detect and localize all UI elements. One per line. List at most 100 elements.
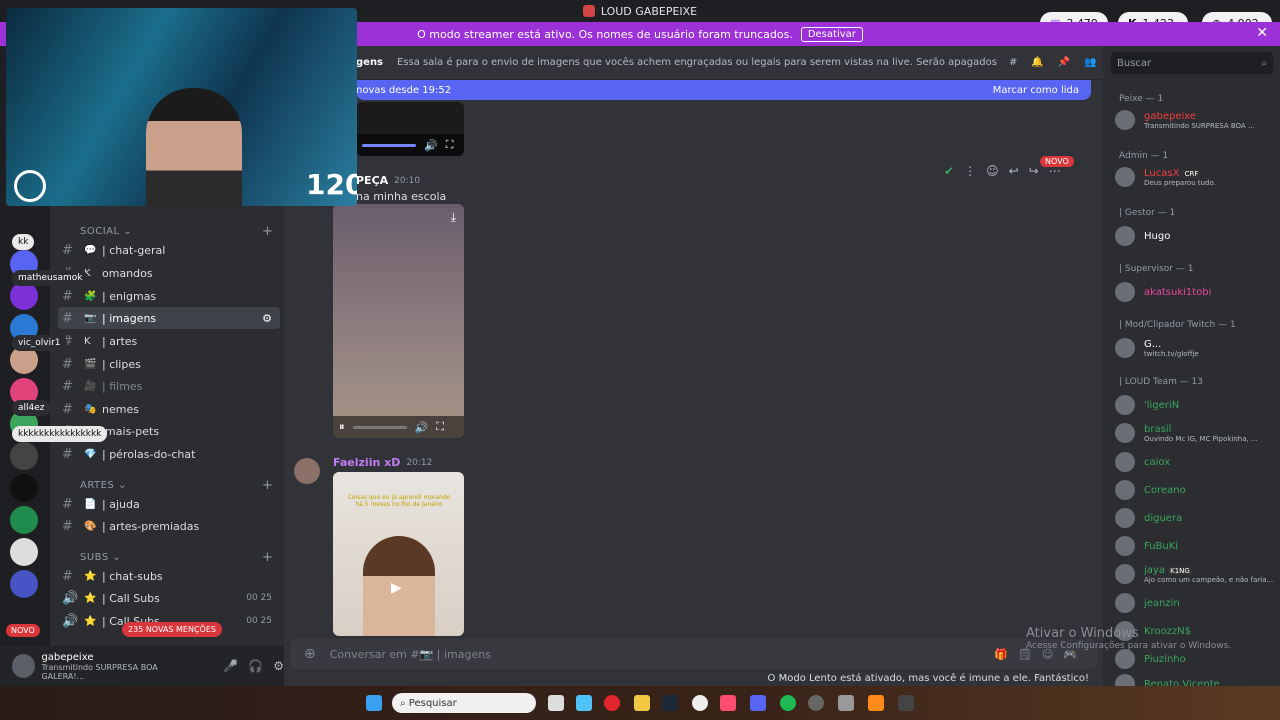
download-icon[interactable]: ⤓ bbox=[451, 210, 456, 225]
members-icon[interactable]: 👥 bbox=[1084, 57, 1096, 68]
member-item[interactable]: FuBuKi bbox=[1115, 536, 1178, 556]
obs-icon[interactable] bbox=[808, 695, 824, 711]
member-item[interactable]: G... twitch.tv/gloffje bbox=[1115, 338, 1199, 358]
category-artes[interactable]: ARTES ⌄ + bbox=[80, 478, 273, 493]
channel-imagens[interactable]: # 📷 | imagens ⚙ bbox=[58, 307, 280, 329]
app-icon[interactable] bbox=[720, 695, 736, 711]
close-icon[interactable]: ✕ bbox=[1256, 25, 1268, 41]
reply-icon[interactable]: ↩ bbox=[1009, 164, 1019, 178]
app-icon[interactable] bbox=[898, 695, 914, 711]
member-item[interactable]: Piuzinho bbox=[1115, 649, 1186, 669]
member-item[interactable]: jeanzin bbox=[1115, 593, 1180, 613]
member-item[interactable]: gabepeixe Transmitindo SURPRESA BOA ... bbox=[1115, 110, 1255, 130]
avatar[interactable] bbox=[294, 458, 320, 484]
server-icon[interactable] bbox=[10, 506, 38, 534]
discord-icon[interactable] bbox=[750, 695, 766, 711]
more-reactions-icon[interactable]: ⋮ bbox=[964, 164, 976, 178]
server-icon[interactable] bbox=[10, 474, 38, 502]
hash-icon: # bbox=[62, 356, 73, 372]
voice-count: 00 25 bbox=[246, 593, 272, 603]
volume-bar[interactable] bbox=[362, 143, 416, 147]
fullscreen-icon[interactable]: ⛶ bbox=[446, 138, 454, 152]
member-item[interactable]: LucasX CRF Deus preparou tudo. bbox=[1115, 167, 1216, 187]
message-author[interactable]: PEÇA bbox=[356, 174, 388, 187]
volume-icon[interactable]: 🔊 bbox=[424, 139, 438, 152]
spotify-icon[interactable] bbox=[780, 695, 796, 711]
steam-icon[interactable] bbox=[662, 695, 678, 711]
channel-comandos[interactable]: #Komandos bbox=[58, 262, 280, 284]
mic-muted-icon[interactable]: 🎤 bbox=[223, 659, 238, 673]
channel-memes[interactable]: # 🎭 nemes bbox=[58, 398, 280, 420]
task-view-icon[interactable] bbox=[548, 695, 564, 711]
member-item[interactable]: akatsuki1tobi bbox=[1115, 282, 1211, 302]
message-composer[interactable]: ⊕ Conversar em #📷 | imagens 🎁🗒☺🎮 bbox=[290, 639, 1097, 669]
add-channel-icon[interactable]: + bbox=[262, 478, 273, 493]
new-messages-bar[interactable]: novas desde 19:52 Marcar como lida bbox=[356, 80, 1091, 100]
bell-icon[interactable]: 🔔 bbox=[1031, 57, 1043, 68]
video-attachment[interactable]: 🔊 ⛶ bbox=[356, 102, 464, 156]
channel-topic[interactable]: Essa sala é para o envio de imagens que … bbox=[397, 57, 997, 68]
member-item[interactable]: Hugo bbox=[1115, 226, 1170, 246]
server-icon[interactable] bbox=[10, 570, 38, 598]
opera-icon[interactable] bbox=[604, 695, 620, 711]
channel-artes-premiadas[interactable]: # 🎨 | artes-premiadas bbox=[58, 515, 280, 537]
message-author[interactable]: Faelziin xD bbox=[333, 456, 400, 469]
deafen-icon[interactable]: 🎧 bbox=[248, 659, 263, 673]
channel-artes[interactable]: # K | artes bbox=[58, 330, 280, 352]
member-item[interactable]: jaya K1NG Ajo como um campeão, e não fari… bbox=[1115, 564, 1273, 584]
progress-bar[interactable] bbox=[352, 425, 407, 429]
member-item[interactable]: brasil Ouvindo Mc IG, MC Pipokinha, ... bbox=[1115, 423, 1258, 443]
server-icon[interactable] bbox=[10, 442, 38, 470]
check-reaction-icon[interactable]: ✔ bbox=[944, 164, 954, 178]
channel-enigmas[interactable]: # 🧩 | enigmas bbox=[58, 285, 280, 307]
server-icon[interactable] bbox=[10, 538, 38, 566]
member-item[interactable]: Coreano bbox=[1115, 480, 1186, 500]
settings-gear-icon[interactable] bbox=[838, 695, 854, 711]
pause-icon[interactable]: ⏸ bbox=[339, 420, 345, 434]
channel-ajuda[interactable]: # 📄 | ajuda bbox=[58, 493, 280, 515]
search-input[interactable]: Buscar ⌕ bbox=[1111, 52, 1273, 74]
role-header: | Supervisor — 1 bbox=[1119, 264, 1194, 274]
add-channel-icon[interactable]: + bbox=[262, 224, 273, 239]
avatar[interactable] bbox=[12, 654, 36, 678]
member-item[interactable]: caiox bbox=[1115, 452, 1170, 472]
threads-icon[interactable]: # bbox=[1009, 57, 1017, 68]
video-attachment[interactable]: ⤓ ⏸ 🔊 ⛶ bbox=[333, 204, 464, 438]
app-icon[interactable] bbox=[692, 695, 708, 711]
forward-icon[interactable]: ↪ bbox=[1029, 164, 1039, 178]
member-item[interactable]: 'ligeriN bbox=[1115, 395, 1179, 415]
fullscreen-icon[interactable]: ⛶ bbox=[436, 420, 444, 434]
avatar bbox=[1115, 508, 1135, 528]
windows-start-icon[interactable] bbox=[366, 695, 382, 711]
webcam-overlay: 120 bbox=[6, 8, 357, 206]
channel-clipes[interactable]: # 🎬 | clipes bbox=[58, 353, 280, 375]
add-attachment-icon[interactable]: ⊕ bbox=[304, 646, 316, 662]
add-channel-icon[interactable]: + bbox=[262, 550, 273, 565]
settings-gear-icon[interactable]: ⚙ bbox=[262, 312, 272, 325]
settings-gear-icon[interactable]: ⚙ bbox=[273, 659, 284, 673]
emoji-icon[interactable]: ☺ bbox=[986, 164, 999, 178]
category-subs[interactable]: SUBS ⌄ + bbox=[80, 550, 273, 565]
voice-channel-call-subs[interactable]: 🔊 ⭐ | Call Subs 00 25 bbox=[58, 587, 280, 609]
channel-chat-geral[interactable]: # 💬 | chat-geral bbox=[58, 239, 280, 261]
copilot-icon[interactable] bbox=[576, 695, 592, 711]
channel-chat-subs[interactable]: # ⭐ | chat-subs bbox=[58, 565, 280, 587]
mark-as-read-button[interactable]: Marcar como lida bbox=[993, 85, 1079, 96]
volume-icon[interactable]: 🔊 bbox=[415, 421, 429, 434]
channel-filmes[interactable]: # 🎥 | filmes bbox=[58, 375, 280, 397]
composer-placeholder[interactable]: Conversar em #📷 | imagens bbox=[330, 648, 491, 661]
avatar bbox=[1115, 593, 1135, 613]
server-icon[interactable] bbox=[10, 282, 38, 310]
speaker-icon: 🔊 bbox=[62, 590, 79, 606]
image-attachment[interactable]: Coisas que eu já aprendi morando há 5 me… bbox=[333, 472, 464, 636]
app-icon[interactable] bbox=[868, 695, 884, 711]
play-icon[interactable]: ▶ bbox=[391, 580, 402, 596]
channel-perolas-do-chat[interactable]: # 💎 | pérolas-do-chat bbox=[58, 443, 280, 465]
file-explorer-icon[interactable] bbox=[634, 695, 650, 711]
disable-streamer-mode-button[interactable]: Desativar bbox=[800, 26, 863, 42]
category-social[interactable]: SOCIAL ⌄ + bbox=[80, 224, 273, 239]
member-item[interactable]: diguera bbox=[1115, 508, 1182, 528]
mentions-badge[interactable]: 235 NOVAS MENÇÕES bbox=[122, 622, 222, 637]
taskbar-search[interactable]: ⌕ Pesquisar bbox=[392, 693, 536, 713]
pin-icon[interactable]: 📌 bbox=[1058, 57, 1070, 68]
